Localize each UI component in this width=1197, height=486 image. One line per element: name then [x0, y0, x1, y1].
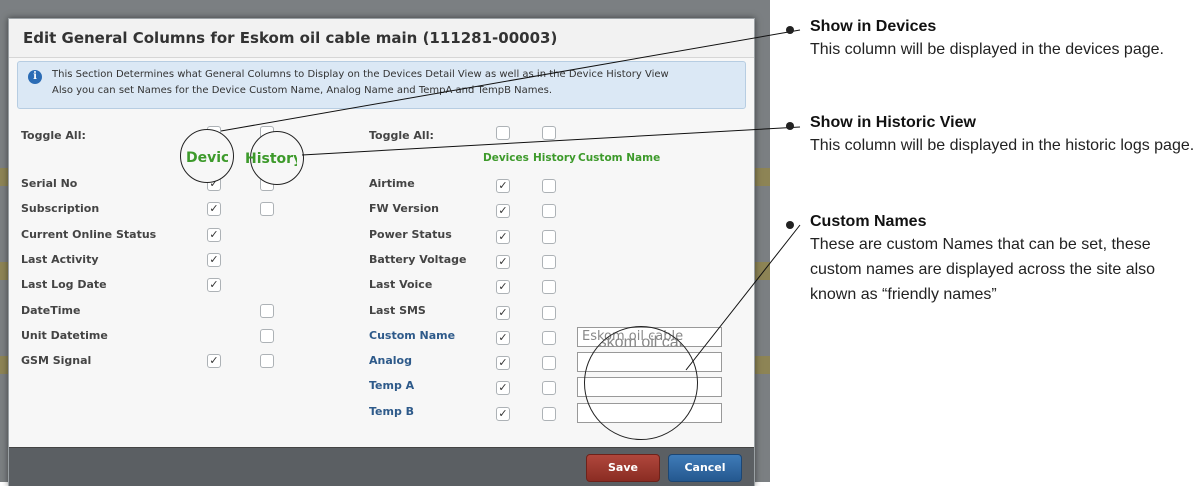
connector-history: [301, 126, 801, 156]
annotation-title-custom-names: Custom Names: [810, 213, 927, 230]
annotation-bullet: [786, 122, 794, 130]
annotation-title-history: Show in Historic View: [810, 114, 976, 131]
annotation-bullet: [786, 26, 794, 34]
annotation-body-custom-names: These are custom Names that can be set, …: [810, 236, 1156, 303]
annotation-title-devices: Show in Devices: [810, 18, 937, 35]
annotation-bullet: [786, 221, 794, 229]
annotation-body-history: This column will be displayed in the his…: [810, 137, 1195, 154]
connector-devices: [220, 29, 801, 132]
connector-custom-names: [685, 224, 801, 371]
annotation-body-devices: This column will be displayed in the dev…: [810, 41, 1164, 58]
